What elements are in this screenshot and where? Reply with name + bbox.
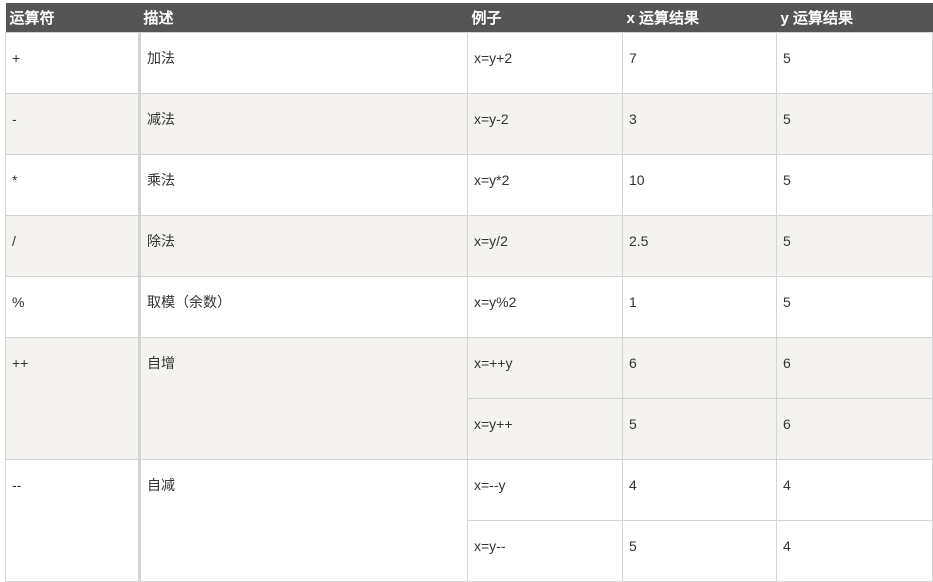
column-header: y 运算结果 (776, 3, 933, 33)
operator-cell: + (5, 32, 141, 94)
x-result-cell: 1 (622, 276, 777, 338)
table-row: - 减法 x=y-2 3 5 (5, 93, 933, 155)
description-cell: 除法 (139, 215, 468, 277)
x-result-cell: 4 (622, 459, 777, 521)
example-cell: x=y%2 (467, 276, 623, 338)
x-result-cell: 2.5 (622, 215, 777, 277)
column-header: 描述 (139, 3, 468, 33)
operator-cell: / (5, 215, 141, 277)
description-cell: 加法 (139, 32, 468, 94)
y-result-cell: 5 (776, 93, 933, 155)
operator-cell: ++ (5, 337, 141, 460)
example-cell: x=y+2 (467, 32, 623, 94)
x-result-cell: 5 (622, 520, 777, 582)
y-result-cell: 4 (776, 520, 933, 582)
description-cell: 自减 (139, 459, 468, 582)
column-header: x 运算结果 (622, 3, 777, 33)
y-result-cell: 5 (776, 32, 933, 94)
operator-cell: - (5, 93, 141, 155)
example-cell: x=y++ (467, 398, 623, 460)
column-header: 例子 (467, 3, 623, 33)
table-row: / 除法 x=y/2 2.5 5 (5, 215, 933, 277)
operator-cell: % (5, 276, 141, 338)
operator-cell: -- (5, 459, 141, 582)
y-result-cell: 6 (776, 337, 933, 399)
y-result-cell: 6 (776, 398, 933, 460)
table-row: + 加法 x=y+2 7 5 (5, 32, 933, 94)
table-row: * 乘法 x=y*2 10 5 (5, 154, 933, 216)
example-cell: x=y-2 (467, 93, 623, 155)
operators-table: 运算符 描述 例子 x 运算结果 y 运算结果 + 加法 x=y+2 7 5- 减法 x=y-2 3 5… (5, 3, 933, 582)
example-cell: x=y*2 (467, 154, 623, 216)
y-result-cell: 5 (776, 276, 933, 338)
x-result-cell: 10 (622, 154, 777, 216)
table-row: ++ 自增 x=++y 6 6 (5, 337, 933, 460)
example-cell: x=y/2 (467, 215, 623, 277)
table-header-row: 运算符 描述 例子 x 运算结果 y 运算结果 (5, 3, 933, 33)
column-header: 运算符 (5, 3, 140, 33)
table-row: % 取模（余数） x=y%2 1 5 (5, 276, 933, 338)
table-row: -- 自减 x=--y 4 4 (5, 459, 933, 582)
description-cell: 乘法 (139, 154, 468, 216)
x-result-cell: 5 (622, 398, 777, 460)
y-result-cell: 5 (776, 215, 933, 277)
description-cell: 取模（余数） (139, 276, 468, 338)
x-result-cell: 7 (622, 32, 777, 94)
example-cell: x=--y (467, 459, 623, 521)
description-cell: 自增 (139, 337, 468, 460)
y-result-cell: 4 (776, 459, 933, 521)
x-result-cell: 3 (622, 93, 777, 155)
example-cell: x=++y (467, 337, 623, 399)
operator-cell: * (5, 154, 141, 216)
example-cell: x=y-- (467, 520, 623, 582)
y-result-cell: 5 (776, 154, 933, 216)
x-result-cell: 6 (622, 337, 777, 399)
description-cell: 减法 (139, 93, 468, 155)
